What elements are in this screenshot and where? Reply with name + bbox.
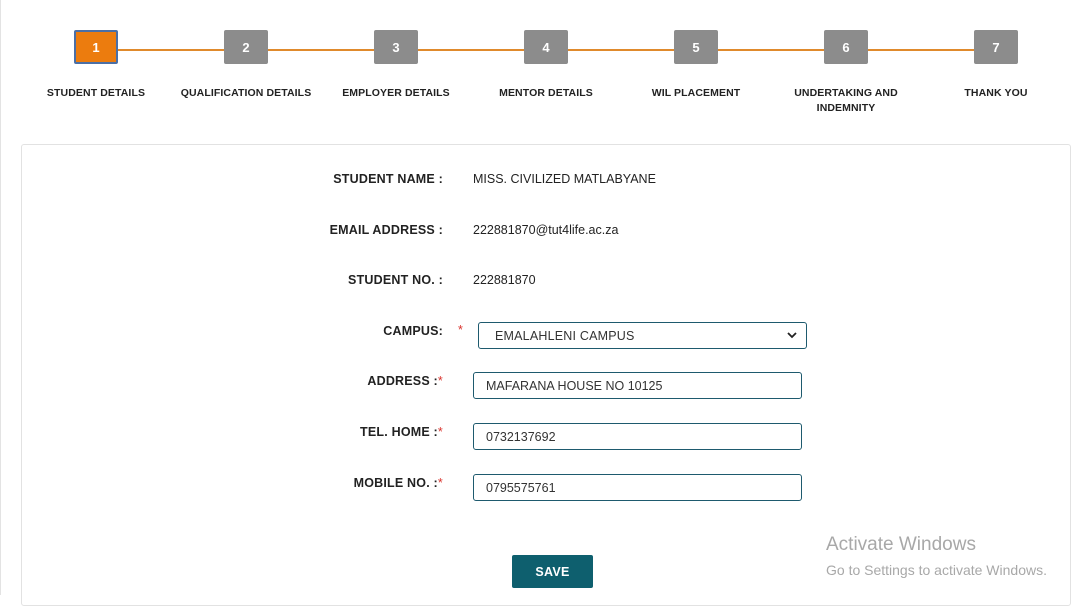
step-connector: [418, 49, 526, 51]
address-input[interactable]: [473, 372, 802, 399]
step-connector: [718, 49, 826, 51]
student-no-value: 222881870: [473, 273, 536, 287]
tel-home-label: TEL. HOME :*: [360, 425, 443, 439]
tel-home-required-mark: *: [437, 425, 443, 439]
step-7-button[interactable]: 7: [974, 30, 1018, 64]
campus-select[interactable]: EMALAHLENI CAMPUS: [478, 322, 807, 349]
step-6-label-line-1: UNDERTAKING AND: [794, 87, 898, 99]
step-2-label: QUALIFICATION DETAILS: [180, 87, 312, 99]
step-3-label: EMPLOYER DETAILS: [342, 87, 450, 99]
campus-label: CAMPUS:: [383, 324, 443, 338]
step-4-label: MENTOR DETAILS: [499, 87, 593, 99]
step-6-button[interactable]: 6: [824, 30, 868, 64]
email-address-label: EMAIL ADDRESS :: [329, 223, 443, 237]
tel-home-input[interactable]: [473, 423, 802, 450]
mobile-no-input[interactable]: [473, 474, 802, 501]
student-no-label: STUDENT NO. :: [348, 273, 443, 287]
step-3-button[interactable]: 3: [374, 30, 418, 64]
campus-selected-value: EMALAHLENI CAMPUS: [495, 328, 635, 343]
step-6-label: UNDERTAKING AND INDEMNITY: [771, 86, 921, 116]
step-4-button[interactable]: 4: [524, 30, 568, 64]
step-connector: [568, 49, 676, 51]
progress-stepper: 1 2 3 4 5 6 7 STUDENT DETAILS QUALIFICAT…: [0, 0, 1072, 140]
step-5-label: WIL PLACEMENT: [651, 87, 741, 99]
watermark-title: Activate Windows: [826, 534, 976, 555]
step-6-label-line-2: INDEMNITY: [816, 102, 876, 114]
mobile-no-label-text: MOBILE NO. :: [353, 476, 438, 490]
student-name-label: STUDENT NAME :: [333, 172, 443, 186]
mobile-no-required-mark: *: [437, 476, 443, 490]
step-1-button[interactable]: 1: [74, 30, 118, 64]
step-connector: [868, 49, 976, 51]
mobile-no-label: MOBILE NO. :*: [354, 476, 443, 490]
step-connector: [268, 49, 376, 51]
address-required-mark: *: [437, 374, 443, 388]
address-label: ADDRESS :*: [367, 374, 443, 388]
email-address-value: 222881870@tut4life.ac.za: [473, 223, 619, 237]
campus-required-mark: *: [458, 323, 463, 337]
chevron-down-icon: [786, 330, 798, 342]
step-5-button[interactable]: 5: [674, 30, 718, 64]
student-name-value: MISS. CIVILIZED MATLABYANE: [473, 172, 656, 186]
step-connector: [118, 49, 226, 51]
watermark-subtitle: Go to Settings to activate Windows.: [826, 562, 1047, 578]
save-button[interactable]: SAVE: [512, 555, 593, 588]
step-1-label: STUDENT DETAILS: [46, 87, 146, 99]
step-2-button[interactable]: 2: [224, 30, 268, 64]
step-7-label: THANK YOU: [964, 87, 1028, 99]
tel-home-label-text: TEL. HOME :: [360, 425, 438, 439]
address-label-text: ADDRESS :: [367, 374, 438, 388]
activate-windows-watermark: Activate Windows Go to Settings to activ…: [826, 534, 1047, 582]
